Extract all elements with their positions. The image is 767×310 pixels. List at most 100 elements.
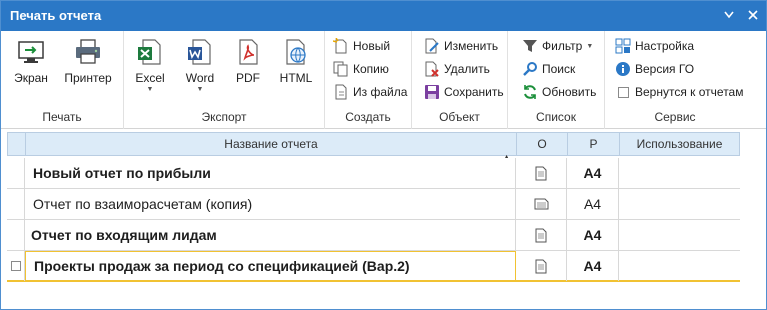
paper-size: A4 <box>567 158 619 188</box>
header-usage[interactable]: Использование <box>620 133 739 155</box>
row-checkbox[interactable] <box>10 261 21 271</box>
service-group: Настройка Версия ГО Вернутся к отчетам С… <box>605 31 745 129</box>
word-button[interactable]: Word ▼ <box>178 37 222 99</box>
report-name[interactable]: Проекты продаж за период со спецификацие… <box>25 251 516 281</box>
return-to-reports-checkbox[interactable]: Вернутся к отчетам <box>615 82 743 102</box>
file-import-icon <box>335 84 347 100</box>
refresh-icon <box>524 85 536 99</box>
save-button-label: Сохранить <box>444 85 504 99</box>
table-row[interactable]: Новый отчет по прибыли A4 <box>7 158 740 189</box>
filter-button-label: Фильтр <box>542 39 583 53</box>
edit-icon <box>425 38 439 54</box>
refresh-button[interactable]: Обновить <box>522 82 596 102</box>
html-button[interactable]: HTML <box>274 37 318 99</box>
from-file-button-label: Из файла <box>353 85 408 99</box>
search-button-label: Поиск <box>542 62 576 76</box>
report-name[interactable]: Отчет по входящим лидам <box>25 220 516 250</box>
usage-cell <box>619 158 740 188</box>
edit-button[interactable]: Изменить <box>424 36 498 56</box>
save-button[interactable]: Сохранить <box>424 82 504 102</box>
excel-icon <box>138 39 161 65</box>
object-group: Изменить Удалить Сохранить Объект <box>412 31 508 129</box>
export-group-label: Экспорт <box>201 110 247 124</box>
orientation-cell <box>516 220 567 250</box>
row-select-cell[interactable] <box>7 189 25 219</box>
excel-button-label: Excel <box>135 71 165 85</box>
header-p[interactable]: Р <box>568 133 620 155</box>
version-button[interactable]: Версия ГО <box>615 59 694 79</box>
usage-cell <box>619 189 740 219</box>
search-icon <box>523 62 537 76</box>
header-name-label: Название отчета <box>224 137 318 151</box>
screen-button-label: Экран <box>14 71 48 85</box>
printer-button[interactable]: Принтер <box>61 37 115 99</box>
paper-size: A4 <box>567 220 619 250</box>
chevron-down-icon: ▼ <box>196 86 204 93</box>
filter-icon <box>523 40 537 52</box>
pin-icon[interactable] <box>721 7 737 23</box>
new-document-icon <box>333 38 347 54</box>
delete-button[interactable]: Удалить <box>424 59 490 79</box>
settings-grid-icon <box>615 38 631 54</box>
header-select-cell <box>8 133 26 155</box>
landscape-document-icon <box>534 198 548 210</box>
orientation-cell <box>516 158 567 188</box>
print-group: Экран Принтер Печать <box>1 31 124 129</box>
copy-button[interactable]: Копию <box>333 59 389 79</box>
orientation-cell <box>516 251 567 281</box>
header-p-label: Р <box>589 137 598 151</box>
new-button[interactable]: Новый <box>333 36 390 56</box>
chevron-down-icon: ▼ <box>586 42 594 50</box>
monitor-icon <box>18 41 44 63</box>
printer-button-label: Принтер <box>64 71 112 85</box>
orientation-cell <box>516 189 567 219</box>
info-icon <box>616 62 630 76</box>
filter-button[interactable]: Фильтр ▼ <box>522 36 593 56</box>
delete-button-label: Удалить <box>444 62 490 76</box>
return-to-reports-label: Вернутся к отчетам <box>635 85 744 99</box>
header-o-label: О <box>537 137 547 151</box>
header-o[interactable]: О <box>517 133 568 155</box>
row-select-cell[interactable] <box>7 220 25 250</box>
paper-size: A4 <box>567 189 619 219</box>
html-button-label: HTML <box>279 71 313 85</box>
search-button[interactable]: Поиск <box>522 59 575 79</box>
edit-button-label: Изменить <box>444 39 499 53</box>
print-group-label: Печать <box>42 110 82 124</box>
new-button-label: Новый <box>353 39 391 53</box>
report-name[interactable]: Отчет по взаиморасчетам (копия) <box>25 189 516 219</box>
table-row-selected[interactable]: Проекты продаж за период со спецификацие… <box>7 251 740 282</box>
table-row[interactable]: Отчет по взаиморасчетам (копия) A4 <box>7 189 740 220</box>
row-select-cell[interactable] <box>7 251 25 281</box>
close-icon[interactable] <box>745 7 761 23</box>
header-name[interactable]: Название отчета ▲ <box>26 133 517 161</box>
printer-icon <box>76 39 100 64</box>
report-name[interactable]: Новый отчет по прибыли <box>25 158 516 188</box>
report-grid: Название отчета ▲ О Р Использование Новы… <box>7 132 740 284</box>
table-row[interactable]: Отчет по входящим лидам A4 <box>7 220 740 251</box>
header-usage-label: Использование <box>636 137 723 151</box>
grid-header: Название отчета ▲ О Р Использование <box>7 132 740 161</box>
service-group-label: Сервис <box>654 110 696 124</box>
create-group-label: Создать <box>345 110 391 124</box>
version-button-label: Версия ГО <box>635 62 695 76</box>
settings-button[interactable]: Настройка <box>615 36 694 56</box>
word-button-label: Word <box>185 71 215 85</box>
window-title: Печать отчета <box>10 8 102 23</box>
chevron-down-icon: ▼ <box>146 86 154 93</box>
title-bar: Печать отчета <box>1 1 766 31</box>
list-group: Фильтр ▼ Поиск Обновить Список <box>508 31 605 129</box>
from-file-button[interactable]: Из файла <box>333 82 407 102</box>
create-group: Новый Копию Из файла Создать <box>325 31 412 129</box>
pdf-button[interactable]: PDF <box>228 37 268 99</box>
excel-button[interactable]: Excel ▼ <box>128 37 172 99</box>
print-report-window: Печать отчета Экран Принтер Печать Excel… <box>0 0 767 310</box>
settings-button-label: Настройка <box>635 39 695 53</box>
copy-button-label: Копию <box>353 62 389 76</box>
screen-button[interactable]: Экран <box>9 37 53 99</box>
checkbox-box[interactable] <box>618 86 629 98</box>
html-icon <box>286 39 306 65</box>
portrait-document-icon <box>535 259 547 273</box>
row-select-cell[interactable] <box>7 158 25 188</box>
portrait-document-icon <box>535 228 547 242</box>
